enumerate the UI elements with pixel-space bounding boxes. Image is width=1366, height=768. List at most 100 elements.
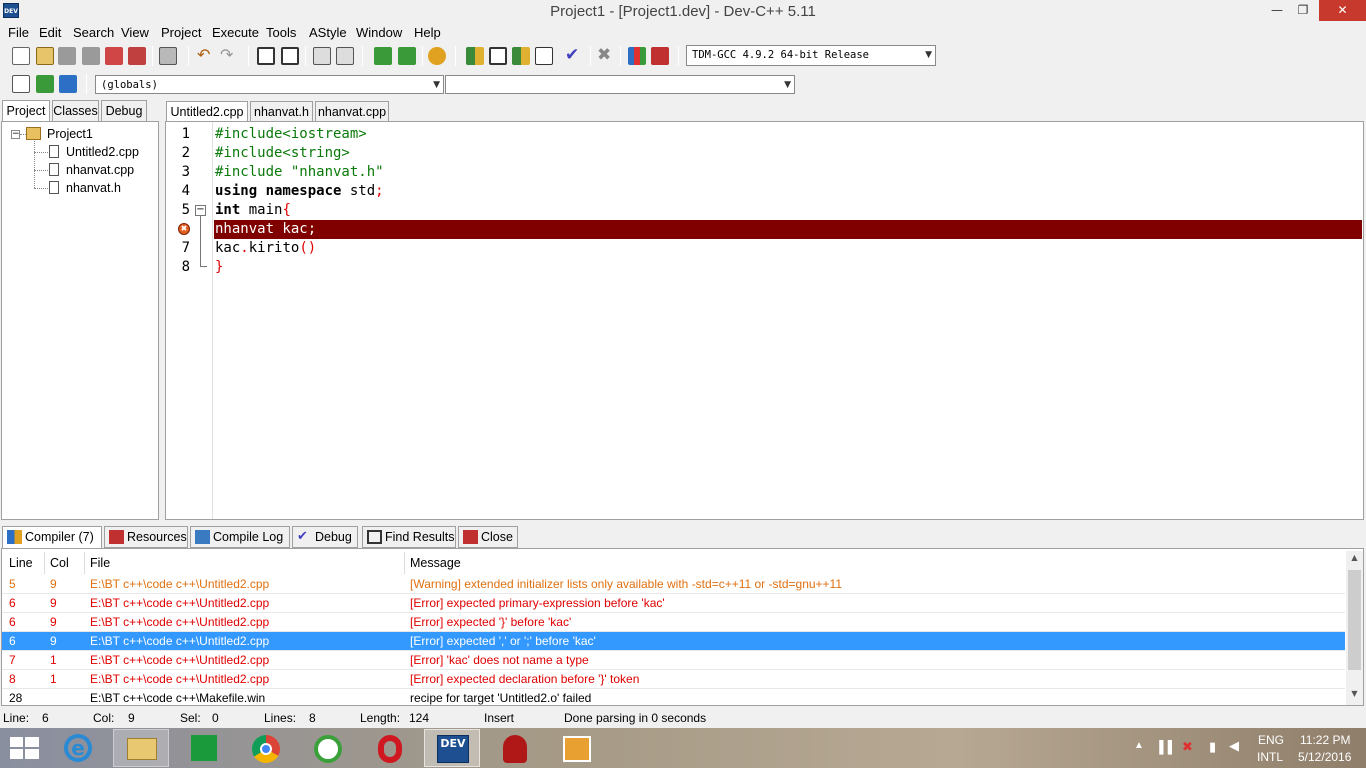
goto-icon[interactable] [36,75,54,93]
rebuild-icon[interactable] [535,47,553,65]
menu-help[interactable]: Help [414,25,441,43]
close-all-icon[interactable] [128,47,146,65]
taskbar-coccoc[interactable] [300,729,356,767]
function-select[interactable]: ▼ [445,75,795,94]
col-header-message[interactable]: Message [410,556,461,570]
editor-tab-nhanvat-h[interactable]: nhanvat.h [250,101,313,122]
profile-icon[interactable] [628,47,646,65]
compile-run-icon[interactable] [512,47,530,65]
unindent-icon[interactable] [336,47,354,65]
menu-astyle[interactable]: AStyle [309,25,347,43]
windows-start-icon[interactable] [10,737,39,759]
delete-profile-icon[interactable] [651,47,669,65]
new-file-icon[interactable] [12,47,30,65]
taskbar-chrome[interactable] [238,729,294,767]
col-header-file[interactable]: File [90,556,110,570]
bookmark-icon[interactable] [59,75,77,93]
message-row[interactable]: 6 9 E:\BT c++\code c++\Untitled2.cpp [Error… [2,594,1345,613]
indent-icon[interactable] [313,47,331,65]
error-marker-icon[interactable]: ✖ [178,223,190,235]
find-icon[interactable] [257,47,275,65]
restore-icon[interactable]: ❐ [1290,0,1316,21]
taskbar-explorer[interactable] [113,729,169,767]
print-icon[interactable] [159,47,177,65]
battery-icon[interactable]: ▮ [1209,739,1216,755]
menu-edit[interactable]: Edit [39,25,61,43]
remove-from-project-icon[interactable] [398,47,416,65]
minimize-icon[interactable]: — [1264,0,1290,21]
message-row[interactable]: 28 E:\BT c++\code c++\Makefile.win recipe … [2,689,1345,708]
compiler-select[interactable]: TDM-GCC 4.9.2 64-bit Release ▼ [686,45,936,66]
message-row[interactable]: 6 9 E:\BT c++\code c++\Untitled2.cpp [Error… [2,613,1345,632]
volume-icon[interactable]: ◀ [1229,738,1239,754]
message-row[interactable]: 7 1 E:\BT c++\code c++\Untitled2.cpp [Error… [2,651,1345,670]
undo-icon[interactable]: ↶ [197,47,215,65]
status-length: 124 [409,711,430,725]
tab-compile-log[interactable]: Compile Log [190,526,290,548]
scrollbar-thumb[interactable] [1348,570,1361,670]
col-header-line[interactable]: Line [9,556,33,570]
run-icon[interactable] [489,47,507,65]
tree-file-nhanvat-h[interactable]: nhanvat.h [66,180,121,196]
clock-time[interactable]: 11:22 PM [1300,733,1350,747]
language-indicator[interactable]: ENG [1258,733,1284,747]
taskbar-devcpp[interactable]: DEV [424,729,480,767]
compile-icon[interactable] [466,47,484,65]
save-all-icon[interactable] [82,47,100,65]
tree-file-nhanvat-cpp[interactable]: nhanvat.cpp [66,162,134,178]
add-to-project-icon[interactable] [374,47,392,65]
keyboard-layout[interactable]: INTL [1257,750,1283,764]
insert-icon[interactable] [12,75,30,93]
show-hidden-icons[interactable]: ▲ [1134,740,1144,751]
menu-file[interactable]: File [8,25,29,43]
window-title: Project1 - [Project1.dev] - Dev-C++ 5.11 [550,3,816,20]
taskbar-store[interactable] [176,729,232,767]
open-file-icon[interactable] [36,47,54,65]
tab-resources[interactable]: Resources [104,526,188,548]
syntax-check-icon[interactable]: ✔ [565,47,583,65]
menu-search[interactable]: Search [73,25,114,43]
tab-debug-output[interactable]: ✔ Debug [292,526,358,548]
file-icon [49,145,59,158]
menu-window[interactable]: Window [356,25,402,43]
editor-tab-untitled2[interactable]: Untitled2.cpp [166,101,248,122]
tree-file-untitled2[interactable]: Untitled2.cpp [66,144,139,160]
tab-find-results[interactable]: Find Results [362,526,456,548]
editor-tab-nhanvat-cpp[interactable]: nhanvat.cpp [315,101,389,122]
tab-project[interactable]: Project [2,100,50,121]
col-header-col[interactable]: Col [50,556,69,570]
close-file-icon[interactable] [105,47,123,65]
clock-date[interactable]: 5/12/2016 [1298,750,1351,764]
tab-close[interactable]: Close [458,526,518,548]
media-player-icon [563,736,591,762]
menu-execute[interactable]: Execute [212,25,259,43]
network-error-icon[interactable]: ✖ [1182,739,1193,755]
save-icon[interactable] [58,47,76,65]
replace-icon[interactable] [281,47,299,65]
redo-icon[interactable]: ↷ [220,47,238,65]
menu-tools[interactable]: Tools [266,25,296,43]
taskbar-ie[interactable]: e [50,729,106,767]
message-row[interactable]: 8 1 E:\BT c++\code c++\Untitled2.cpp [Error… [2,670,1345,689]
collapse-icon[interactable]: − [11,130,20,139]
scroll-down-icon[interactable]: ▼ [1347,689,1362,703]
stop-icon[interactable]: ✖ [597,47,615,65]
project-options-icon[interactable] [428,47,446,65]
menu-view[interactable]: View [121,25,149,43]
app-icon[interactable]: DEV [3,3,19,18]
taskbar-app-red[interactable] [487,729,543,767]
scope-select[interactable]: (globals) ▼ [95,75,444,94]
project-root[interactable]: Project1 [47,126,93,142]
fold-icon[interactable]: − [195,205,206,216]
network-icon[interactable]: ▐▐ [1155,740,1172,754]
menu-project[interactable]: Project [161,25,201,43]
tab-classes[interactable]: Classes [52,100,99,121]
taskbar-media[interactable] [549,729,605,767]
close-icon[interactable]: ✕ [1319,0,1366,21]
scroll-up-icon[interactable]: ▲ [1347,553,1362,567]
tab-compiler[interactable]: Compiler (7) [2,526,102,548]
message-row[interactable]: 5 9 E:\BT c++\code c++\Untitled2.cpp [Warni… [2,575,1345,594]
taskbar-opera[interactable] [362,729,418,767]
message-row-selected[interactable]: 6 9 E:\BT c++\code c++\Untitled2.cpp [Error… [2,632,1345,651]
tab-debug[interactable]: Debug [101,100,147,121]
